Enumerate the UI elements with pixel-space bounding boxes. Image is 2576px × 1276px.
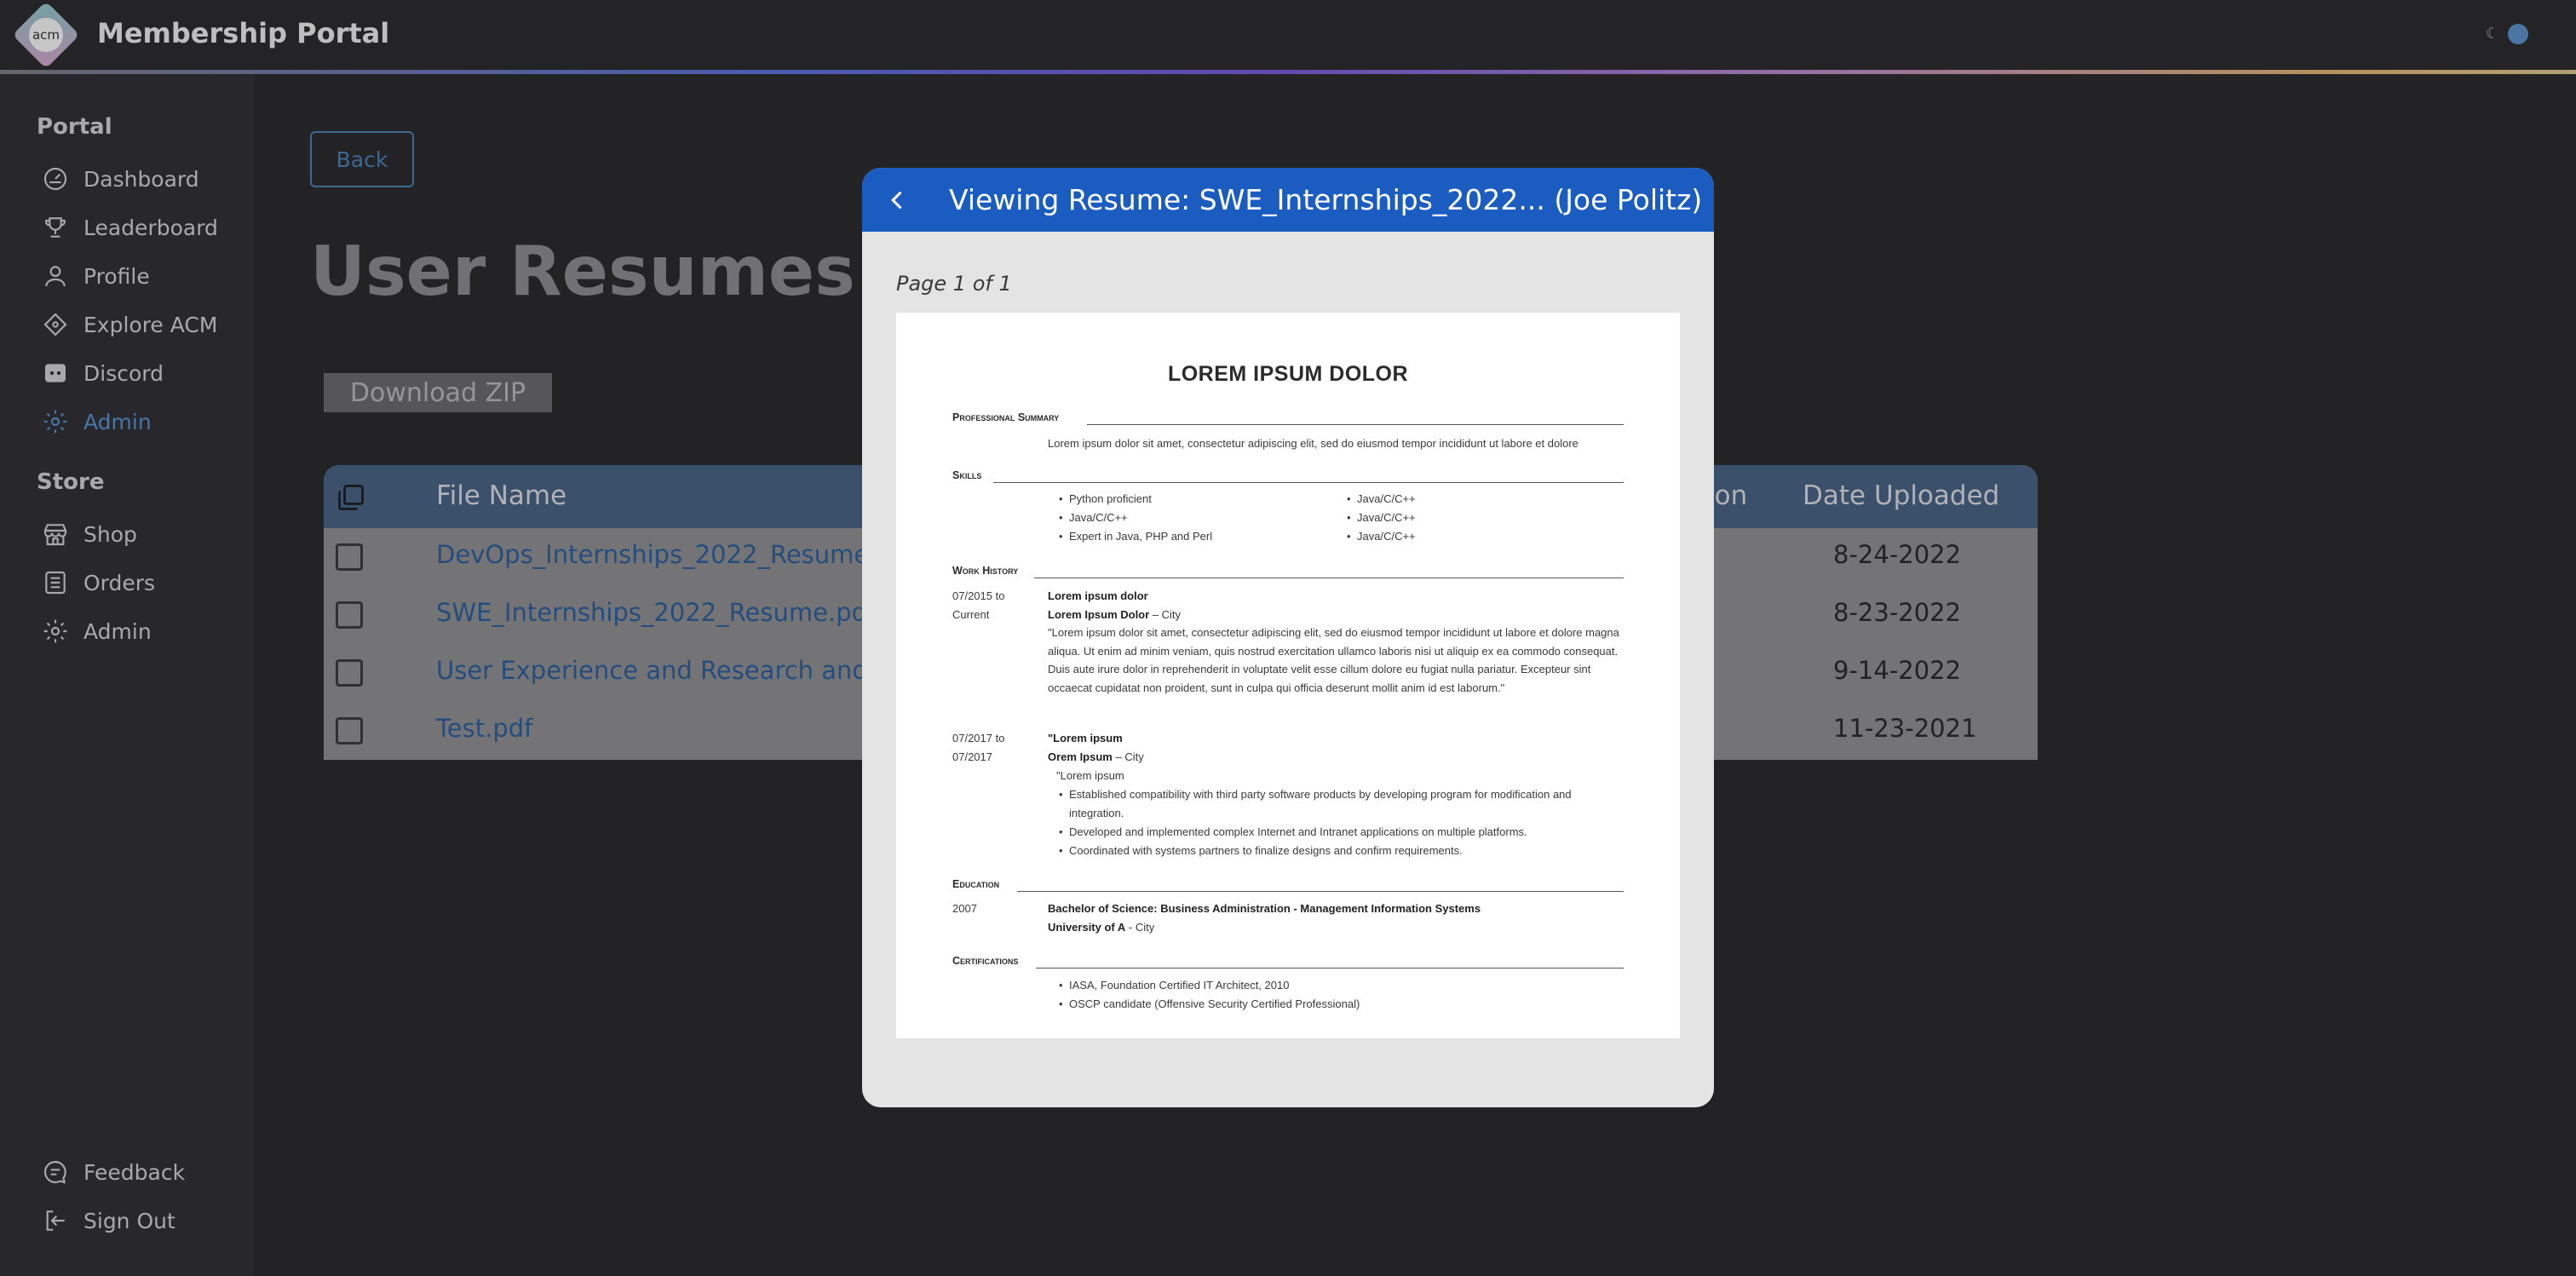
section-rule <box>993 482 1624 483</box>
job-company-line: Orem Ipsum – City <box>1048 750 1144 763</box>
section-rule <box>1017 891 1624 892</box>
section-heading-summary: Professional Summary <box>952 411 1060 423</box>
job-title: "Lorem ipsum <box>1048 732 1123 744</box>
certification-item: IASA, Foundation Certified IT Architect,… <box>1059 979 1289 991</box>
education-school-line: University of A - City <box>1048 921 1154 934</box>
job-bullet-continued: integration. <box>1069 807 1124 819</box>
certification-item: OSCP candidate (Offensive Security Certi… <box>1059 997 1360 1010</box>
page-indicator: Page 1 of 1 <box>896 272 1012 296</box>
skill-item: Python proficient <box>1059 492 1152 505</box>
education-school: University of A <box>1048 921 1126 934</box>
job-bullet: Coordinated with systems partners to fin… <box>1059 844 1463 857</box>
skill-item: Java/C/C++ <box>1347 511 1416 524</box>
resume-name: LOREM IPSUM DOLOR <box>1167 362 1409 386</box>
job-company: Lorem Ipsum Dolor <box>1048 608 1150 621</box>
section-heading-education: Education <box>952 878 1000 890</box>
modal-header: Viewing Resume: SWE_Internships_2022... … <box>862 168 1714 232</box>
section-rule <box>1087 424 1624 425</box>
resume-page: LOREM IPSUM DOLOR Professional Summary L… <box>896 313 1680 1038</box>
section-heading-skills: Skills <box>952 469 982 481</box>
modal-title: Viewing Resume: SWE_Internships_2022... … <box>949 183 1703 216</box>
job-city: – City <box>1112 750 1144 763</box>
skill-item: Java/C/C++ <box>1347 492 1416 505</box>
resume-viewer-modal: Viewing Resume: SWE_Internships_2022... … <box>862 168 1714 1107</box>
job-city: – City <box>1149 608 1182 621</box>
job-subtitle: "Lorem ipsum <box>1056 769 1124 782</box>
job-company-line: Lorem Ipsum Dolor – City <box>1048 608 1181 621</box>
section-heading-work: Work History <box>952 565 1019 577</box>
job-dates: Current <box>952 608 990 621</box>
summary-text: Lorem ipsum dolor sit amet, consectetur … <box>1048 437 1578 450</box>
education-year: 2007 <box>952 902 977 915</box>
skill-item: Java/C/C++ <box>1347 530 1416 543</box>
modal-back-button[interactable] <box>881 183 915 217</box>
job-dates: 07/2015 to <box>952 589 1005 602</box>
chevron-left-icon <box>891 191 902 210</box>
job-title: Lorem ipsum dolor <box>1048 589 1148 602</box>
job-company: Orem Ipsum <box>1048 750 1113 763</box>
skill-item: Java/C/C++ <box>1059 511 1128 524</box>
skill-item: Expert in Java, PHP and Perl <box>1059 530 1212 543</box>
job-bullet: Developed and implemented complex Intern… <box>1059 825 1527 838</box>
job-dates: 07/2017 to <box>952 732 1005 744</box>
section-heading-certifications: Certifications <box>952 955 1019 967</box>
job-bullet: Established compatibility with third par… <box>1059 788 1572 801</box>
education-degree: Bachelor of Science: Business Administra… <box>1048 902 1481 915</box>
education-city: - City <box>1125 921 1155 934</box>
job-description: "Lorem ipsum dolor sit amet, consectetur… <box>1048 626 1619 694</box>
job-dates: 07/2017 <box>952 750 992 763</box>
